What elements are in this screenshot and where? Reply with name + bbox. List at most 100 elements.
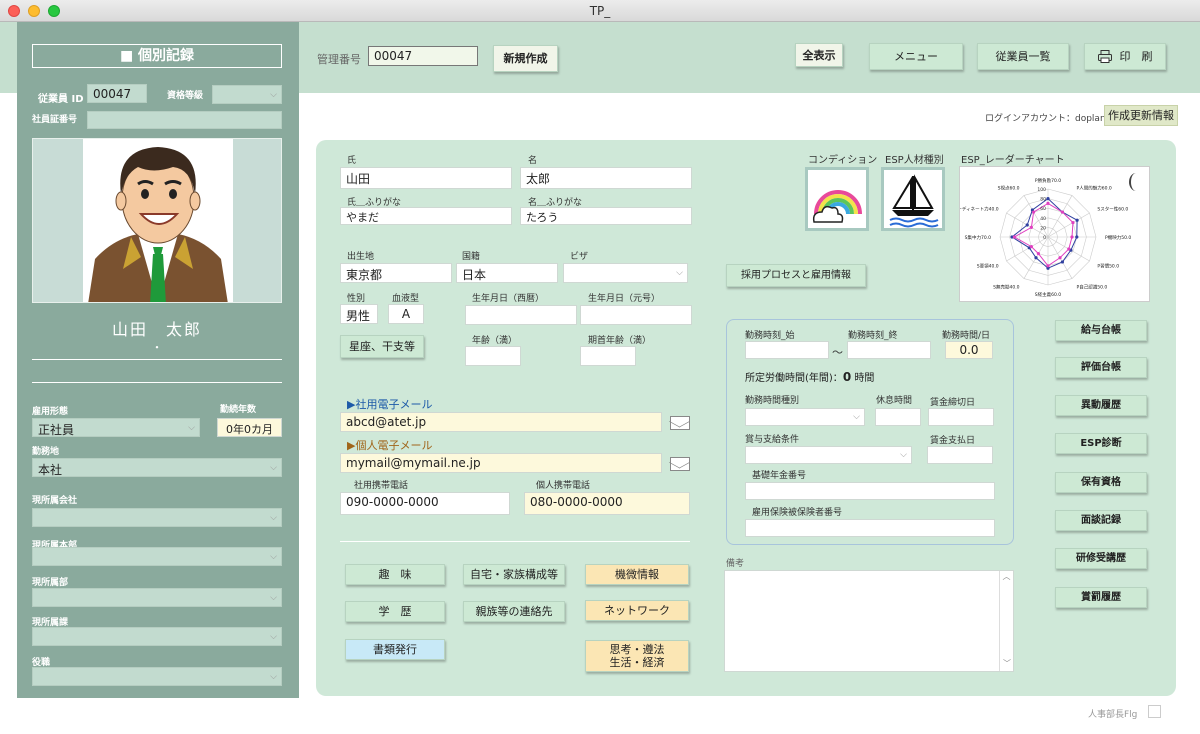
zodiac-button[interactable]: 星座、干支等 [340,335,424,358]
hobby-button[interactable]: 趣 味 [345,564,445,585]
work-phone-input[interactable]: 090-0000-0000 [340,492,510,515]
esp-radar-chart: 100 80 60 40 20 0 P勝負勘70.0 P人間的魅力60.0 Sスター性60.0 P… [950,166,1150,302]
condition-tile[interactable] [805,167,869,231]
visa-select[interactable]: ⌵ [563,263,688,283]
grade-label: 資格等級 [167,91,204,101]
section-select[interactable]: ⌵ [32,627,282,646]
dept-select[interactable]: ⌵ [32,588,282,607]
blood-input[interactable]: A [388,304,424,324]
mgmt-number-input[interactable]: 00047 [368,46,478,66]
dob-west-input[interactable] [465,305,577,325]
employee-id-field[interactable]: 00047 [87,84,147,103]
show-all-button[interactable]: 全表示 [795,43,843,67]
gender-input[interactable]: 男性 [340,304,378,324]
employment-type-select[interactable]: 正社員 ⌵ [32,418,200,437]
dob-era-input[interactable] [580,305,692,325]
relatives-button[interactable]: 親族等の連絡先 [463,601,565,622]
record-button-7[interactable]: 研修受講歴 [1055,548,1147,569]
payday-input[interactable] [927,446,993,464]
mail-icon[interactable] [670,457,690,471]
thinking-button-line2: 生活・経済 [609,656,665,669]
pension-label: 基礎年金番号 [752,471,807,481]
term-age-input[interactable] [580,346,636,366]
divider [340,541,690,542]
hours-label: 勤務時間/日 [942,331,991,341]
notes-textarea[interactable]: ︿ ﹀ [724,570,1014,672]
radar-axis-label: P自己認識50.0 [1077,283,1108,290]
age-input[interactable] [465,346,521,366]
end-input[interactable] [847,341,931,359]
radar-point [1046,197,1050,201]
bonus-select[interactable]: ⌵ [745,446,912,464]
record-button-4[interactable]: ESP診断 [1055,433,1147,454]
personal-phone-input[interactable]: 080-0000-0000 [524,492,690,515]
last-name-input[interactable]: 山田 [340,167,512,189]
first-kana-input[interactable]: たろう [520,207,692,225]
scroll-up-icon[interactable]: ︿ [1000,571,1013,582]
full-name: 山田 太郎 [111,320,202,339]
chevron-down-icon: ⌵ [853,412,860,422]
break-input[interactable] [875,408,921,426]
hiring-button[interactable]: 採用プロセスと雇用情報 [726,264,866,287]
esp-type-tile[interactable] [881,167,945,231]
employee-list-button[interactable]: 従業員一覧 [977,43,1069,70]
radar-point [1034,256,1038,260]
education-button[interactable]: 学 歴 [345,601,445,622]
radar-point [1046,264,1050,268]
record-button-3[interactable]: 異動履歴 [1055,395,1147,416]
radar-scale-label: 60 [1040,206,1046,212]
chevron-down-icon: ⌵ [900,450,907,460]
notes-scrollbar[interactable]: ︿ ﹀ [999,571,1013,671]
start-input[interactable] [745,341,829,359]
grade-select[interactable]: ⌵ [212,85,282,104]
personal-email-input[interactable]: mymail@mymail.ne.jp [340,453,662,473]
radar-axis-label: P習慣50.0 [1097,263,1119,270]
record-button-6[interactable]: 面談記録 [1055,510,1147,531]
insurance-input[interactable] [745,519,995,537]
break-label: 休息時間 [876,396,913,406]
nationality-input[interactable]: 日本 [456,263,558,283]
radar-point [1075,218,1079,222]
hr-flag-checkbox[interactable] [1148,705,1161,718]
radar-axis-label: S要領40.0 [977,263,999,270]
work-email-label: ▶社用電子メール [347,398,433,411]
personal-phone-label: 個人携帯電話 [536,481,591,491]
thinking-button[interactable]: 思考・遵法 生活・経済 [585,640,689,672]
birthplace-input[interactable]: 東京都 [340,263,452,283]
gender-label: 性別 [347,294,366,304]
radar-scale-label: 0 [1043,235,1046,241]
work-email-input[interactable]: abcd@atet.jp [340,412,662,432]
mail-icon[interactable] [670,416,690,430]
visa-label: ビザ [570,252,589,262]
radar-scale-label: 20 [1040,225,1046,231]
workplace-select[interactable]: 本社 ⌵ [32,458,282,477]
update-info-button[interactable]: 作成更新情報 [1104,105,1178,126]
employment-type-label: 雇用形態 [32,407,69,417]
documents-button[interactable]: 書類発行 [345,639,445,660]
first-name-input[interactable]: 太郎 [520,167,692,189]
radar-axis-label: S視点60.0 [998,185,1020,192]
position-select[interactable]: ⌵ [32,667,282,686]
menu-button[interactable]: メニュー [869,43,963,70]
hours-value: 0.0 [945,341,993,359]
card-number-field[interactable] [87,111,282,129]
new-record-button[interactable]: 新規作成 [493,45,558,72]
cutoff-input[interactable] [928,408,994,426]
record-button-8[interactable]: 賞罰履歴 [1055,587,1147,608]
age-label: 年齢（満） [472,336,518,346]
last-kana-input[interactable]: やまだ [340,207,512,225]
record-button-2[interactable]: 評価台帳 [1055,357,1147,378]
record-button-1[interactable]: 給与台帳 [1055,320,1147,341]
scroll-down-icon[interactable]: ﹀ [1000,658,1013,669]
employee-photo [32,138,282,303]
home-family-button[interactable]: 自宅・家族構成等 [463,564,565,585]
network-button[interactable]: ネットワーク [585,600,689,621]
hq-select[interactable]: ⌵ [32,547,282,566]
confidential-button[interactable]: 機微情報 [585,564,689,585]
work-type-select[interactable]: ⌵ [745,408,865,426]
company-select[interactable]: ⌵ [32,508,282,527]
record-button-5[interactable]: 保有資格 [1055,472,1147,493]
pension-input[interactable] [745,482,995,500]
print-button[interactable]: 印 刷 [1084,43,1166,70]
divider [32,359,282,360]
